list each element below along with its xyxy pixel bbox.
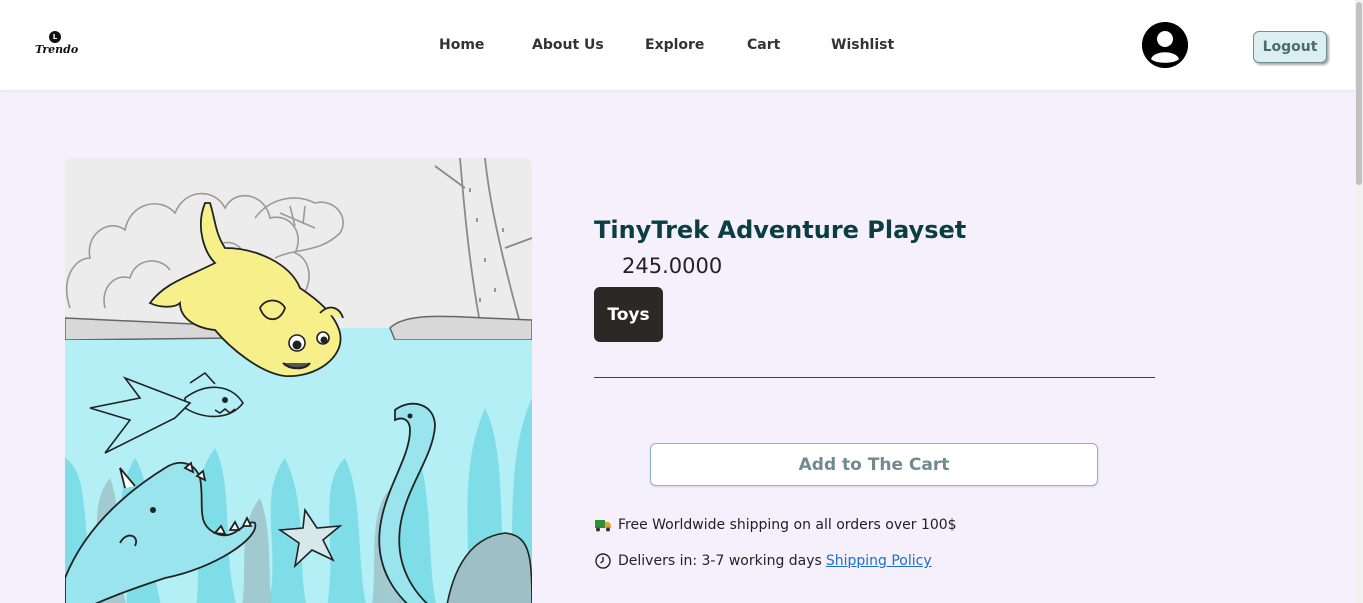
nav-cart[interactable]: Cart <box>747 37 780 53</box>
brand-logo[interactable]: L Trendo <box>33 29 83 59</box>
shipping-info: Free Worldwide shipping on all orders ov… <box>594 516 957 534</box>
delivery-text: Delivers in: 3-7 working days <box>618 553 822 569</box>
clock-icon <box>594 552 612 570</box>
shipping-text: Free Worldwide shipping on all orders ov… <box>618 517 957 533</box>
category-badge[interactable]: Toys <box>594 287 663 342</box>
add-to-cart-button[interactable]: Add to The Cart <box>650 443 1098 486</box>
section-divider <box>594 377 1155 378</box>
logout-button[interactable]: Logout <box>1253 31 1327 63</box>
top-navbar: L Trendo Home About Us Explore Cart Wish… <box>0 0 1355 90</box>
product-illustration <box>65 158 532 603</box>
scrollbar-thumb[interactable] <box>1356 2 1362 185</box>
user-circle-icon <box>1142 22 1188 68</box>
page-scrollbar[interactable] <box>1355 0 1363 603</box>
nav-explore[interactable]: Explore <box>645 37 704 53</box>
truck-icon <box>594 516 612 534</box>
nav-home[interactable]: Home <box>439 37 484 53</box>
nav-about-us[interactable]: About Us <box>532 37 604 53</box>
delivery-info: Delivers in: 3-7 working days Shipping P… <box>594 552 932 570</box>
product-price: 245.0000 <box>622 254 723 278</box>
user-avatar-icon[interactable] <box>1142 22 1188 68</box>
product-image <box>65 158 532 603</box>
logo-mark: L <box>49 31 61 43</box>
shipping-policy-link[interactable]: Shipping Policy <box>826 553 932 569</box>
product-title: TinyTrek Adventure Playset <box>594 216 967 244</box>
brand-name: Trendo <box>35 43 79 56</box>
nav-wishlist[interactable]: Wishlist <box>831 37 894 53</box>
